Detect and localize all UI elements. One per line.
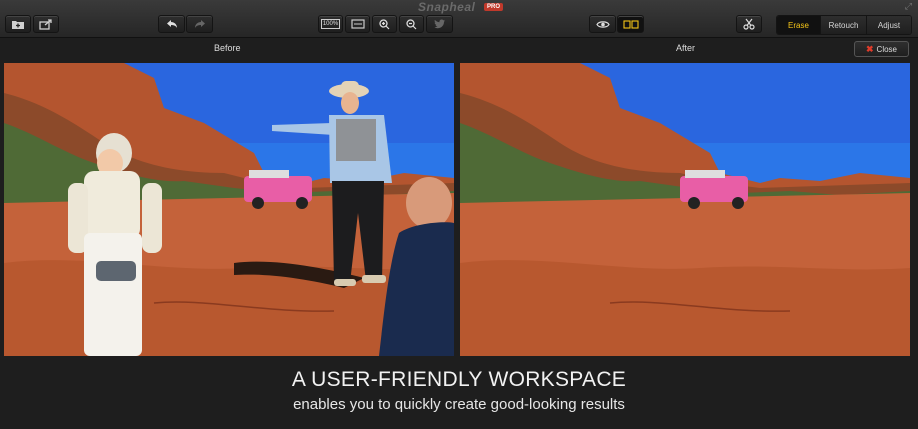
undo-button[interactable] (158, 15, 185, 33)
add-image-icon (12, 20, 24, 29)
zoom-in-button[interactable] (372, 15, 397, 33)
toolbar: Snapheal PRO ⤢ 100% Erase Retouch Adjust (0, 0, 918, 38)
crop-button[interactable] (736, 15, 762, 33)
close-label: Close (876, 44, 897, 54)
mode-adjust-tab[interactable]: Adjust (867, 16, 911, 34)
compare-split-button[interactable] (617, 15, 644, 33)
banner-subline: enables you to quickly create good-looki… (293, 396, 625, 413)
redo-icon (194, 20, 205, 28)
zoom-out-icon (406, 18, 417, 29)
zoom-100-button[interactable]: 100% (318, 15, 343, 33)
after-photo[interactable] (460, 63, 910, 356)
before-photo[interactable] (4, 63, 454, 356)
compare-split-icon (622, 19, 639, 29)
zoom-in-icon (379, 18, 390, 29)
mode-switcher: Erase Retouch Adjust (776, 15, 912, 35)
resize-icon[interactable]: ⤢ (905, 1, 912, 12)
fit-screen-button[interactable] (345, 15, 370, 33)
zoom-out-button[interactable] (399, 15, 424, 33)
close-icon: ✖ (866, 43, 874, 54)
undo-icon (166, 20, 177, 28)
zoom-100-icon: 100% (320, 19, 341, 29)
redo-button[interactable] (186, 15, 213, 33)
app-title: Snapheal (418, 0, 476, 14)
twitter-icon (433, 19, 445, 29)
add-image-button[interactable] (5, 15, 31, 33)
fit-screen-icon (350, 19, 365, 29)
share-button[interactable] (33, 15, 59, 33)
preview-eye-icon (595, 20, 610, 28)
scissors-icon (743, 18, 755, 30)
preview-button[interactable] (589, 15, 616, 33)
banner-headline: A USER-FRIENDLY WORKSPACE (291, 368, 627, 391)
before-label: Before (214, 43, 241, 53)
pro-badge: PRO (484, 3, 504, 11)
share-icon (39, 18, 52, 30)
twitter-button[interactable] (426, 15, 453, 33)
mode-retouch-tab[interactable]: Retouch (821, 16, 867, 34)
after-label: After (676, 43, 696, 53)
close-button[interactable]: ✖ Close (854, 41, 909, 57)
mode-erase-tab[interactable]: Erase (777, 16, 821, 34)
